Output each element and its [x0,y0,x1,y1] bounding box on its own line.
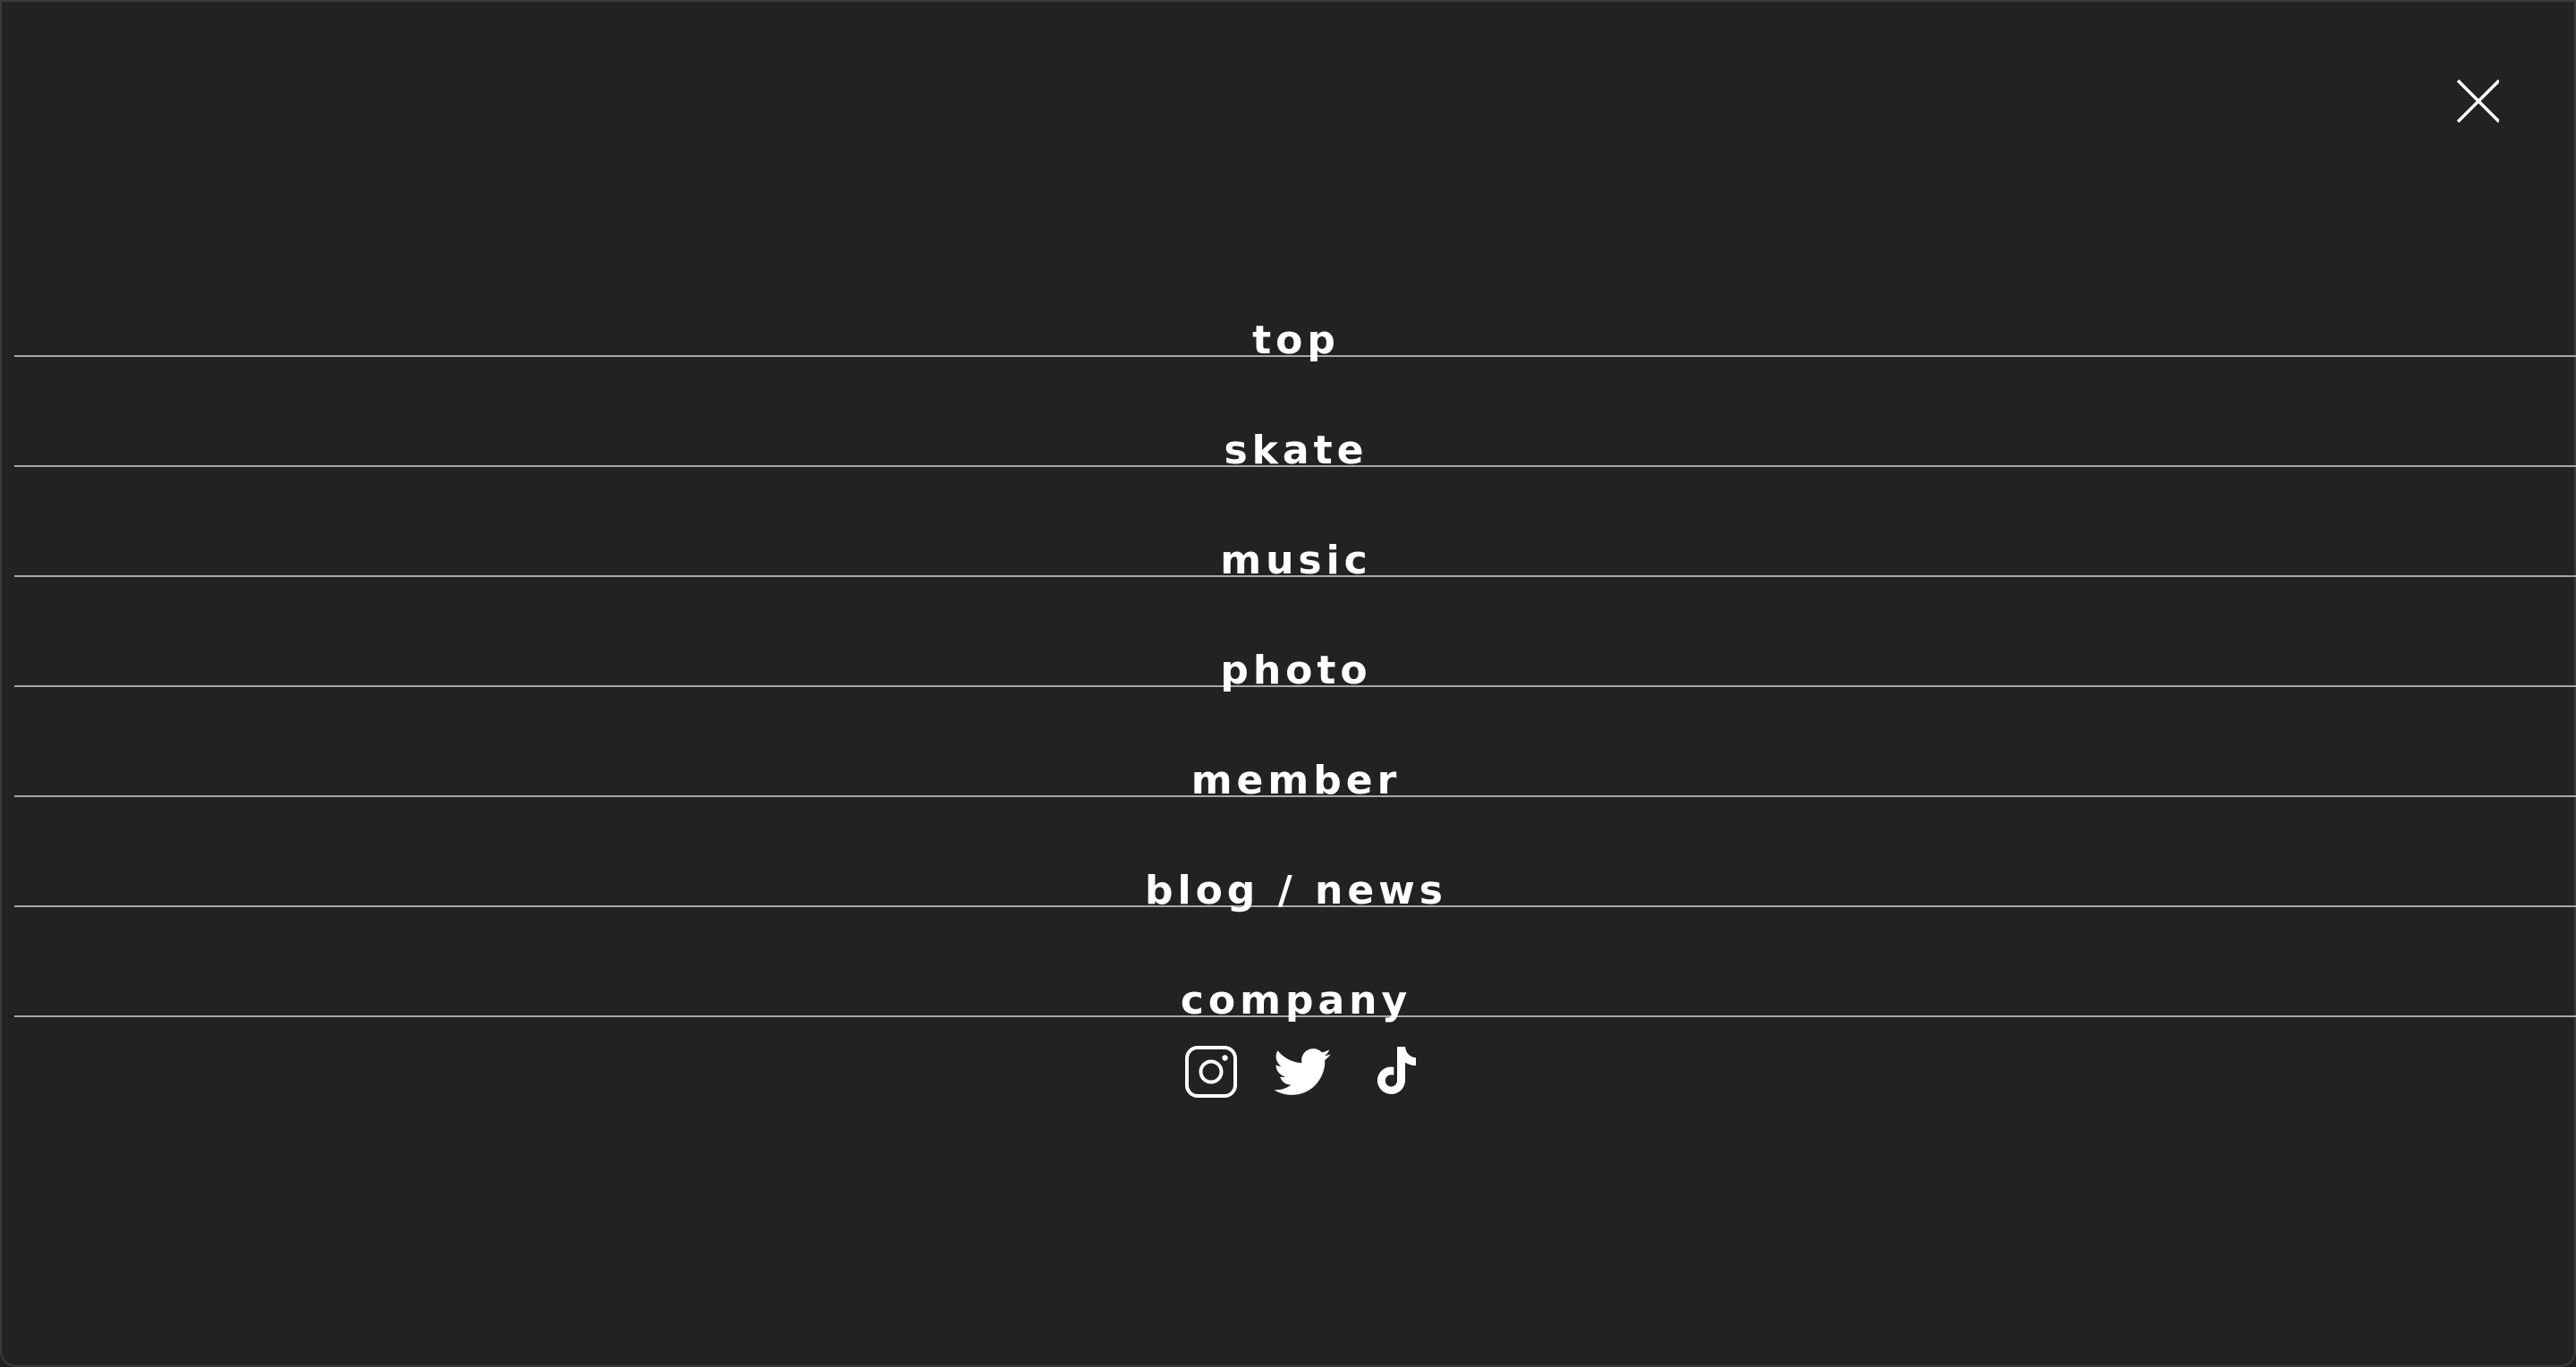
menu-item-member: member [14,687,2576,801]
menu-link-music[interactable]: music [14,541,2576,581]
nav-menu: top skate music photo member blog / news… [14,247,2576,1021]
menu-item-music: music [14,467,2576,581]
menu-item-skate: skate [14,357,2576,471]
social-links [1182,1043,1424,1100]
close-icon [2456,79,2499,123]
menu-link-company[interactable]: company [14,981,2576,1021]
instagram-icon [1185,1046,1237,1098]
menu-link-photo[interactable]: photo [14,651,2576,691]
menu-link-top[interactable]: top [14,321,2576,361]
menu-link-blog-news[interactable]: blog / news [14,871,2576,911]
menu-item-company: company [14,907,2576,1021]
close-button[interactable] [2436,73,2499,136]
menu-item-top: top [14,247,2576,361]
menu-link-skate[interactable]: skate [14,431,2576,471]
twitter-link[interactable] [1275,1043,1332,1100]
twitter-icon [1275,1049,1331,1095]
menu-overlay: top skate music photo member blog / news… [0,0,2576,1367]
instagram-link[interactable] [1182,1043,1240,1100]
menu-link-member[interactable]: member [14,761,2576,801]
tiktok-link[interactable] [1367,1043,1424,1100]
menu-item-photo: photo [14,577,2576,691]
menu-item-blog-news: blog / news [14,797,2576,911]
tiktok-icon [1377,1047,1416,1094]
